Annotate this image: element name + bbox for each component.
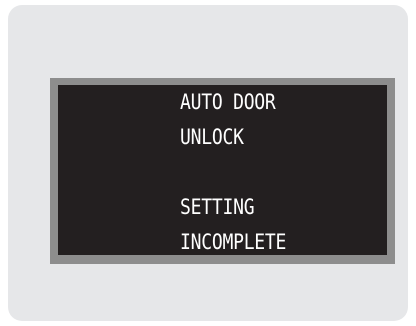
status-line-1: SETTING bbox=[180, 195, 255, 219]
status-line-2: INCOMPLETE bbox=[180, 230, 287, 254]
display-bezel: AUTO DOOR UNLOCK SETTING INCOMPLETE bbox=[50, 78, 395, 264]
info-display-screen: AUTO DOOR UNLOCK SETTING INCOMPLETE bbox=[58, 85, 387, 255]
message-line-2: UNLOCK bbox=[180, 125, 244, 149]
instrument-panel: AUTO DOOR UNLOCK SETTING INCOMPLETE bbox=[8, 5, 408, 321]
message-line-1: AUTO DOOR bbox=[180, 90, 276, 114]
